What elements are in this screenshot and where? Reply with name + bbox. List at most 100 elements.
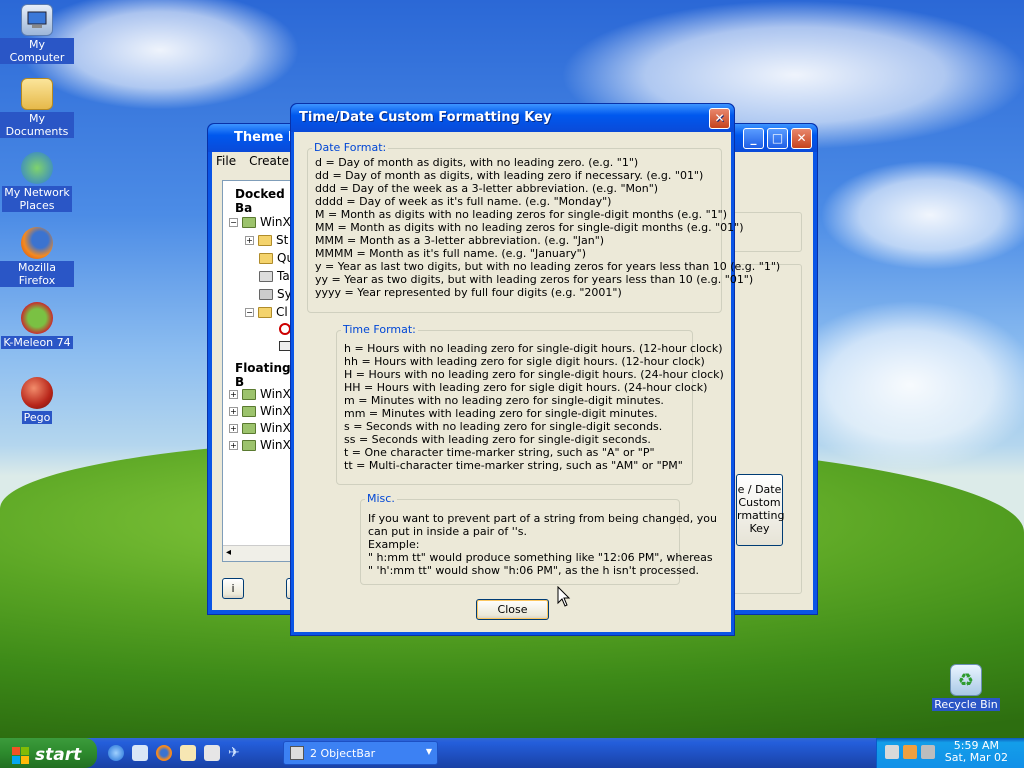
tree-item[interactable]: + WinXI (229, 421, 294, 435)
cloud (820, 160, 1024, 270)
bar-icon (242, 439, 256, 451)
show-desktop-icon[interactable] (132, 745, 148, 761)
menu-create[interactable]: Create (249, 154, 289, 168)
recycle-bin-icon: ♻ (950, 664, 982, 696)
date-format-line: dd = Day of month as digits, with leadin… (315, 169, 704, 182)
desktop-icon-recycle-bin[interactable]: ♻ Recycle Bin (929, 664, 1003, 711)
minimize-button[interactable]: _ (743, 128, 764, 149)
time-format-group: Time Format: h = Hours with no leading z… (336, 323, 724, 485)
bar-icon (242, 216, 256, 228)
date-format-line: MMM = Month as a 3-letter abbreviation. … (315, 234, 605, 247)
desktop-icon-my-documents[interactable]: My Documents (0, 78, 74, 138)
taskbar-button-objectbar[interactable]: 2 ObjectBar ▼ (283, 741, 438, 765)
formatting-key-dialog[interactable]: Time/Date Custom Formatting Key ✕ Date F… (290, 103, 780, 636)
taskbar: start ✈ 2 ObjectBar ▼ 5:59 AM Sat, Mar 0… (0, 738, 1024, 768)
info-button[interactable]: i (222, 578, 244, 599)
tree-item[interactable]: Sy (259, 287, 292, 301)
misc-line: " 'h':mm tt" would show "h:06 PM", as th… (368, 564, 700, 577)
time-format-line: HH = Hours with leading zero for sigle d… (344, 381, 708, 394)
tree-item[interactable]: Ta (259, 269, 290, 283)
mouse-cursor-icon (557, 586, 571, 607)
desktop-icon-label: My Network Places (2, 186, 72, 212)
misc-group: Misc. If you want to prevent part of a s… (360, 492, 717, 585)
misc-line: " h:mm tt" would produce something like … (368, 551, 713, 564)
desktop-icon-label: My Documents (0, 112, 74, 138)
desktop-icon-firefox[interactable]: Mozilla Firefox (0, 227, 74, 287)
desktop-icon-label: Mozilla Firefox (0, 261, 74, 287)
time-format-title: Time Format: (341, 323, 418, 336)
firefox-icon[interactable] (156, 745, 172, 761)
k-meleon-icon (21, 302, 53, 334)
taskbar-icon (259, 270, 273, 282)
windows-logo-icon (12, 746, 29, 764)
pego-icon (21, 377, 53, 409)
close-button[interactable]: Close (476, 599, 549, 620)
menu-file[interactable]: File (216, 154, 236, 168)
scroll-left-icon[interactable]: ◂ (226, 547, 231, 558)
docked-bars-label: Docked Ba (235, 187, 285, 215)
start-label: start (35, 745, 82, 765)
tray-app-icon[interactable] (921, 745, 935, 759)
close-button[interactable]: ✕ (791, 128, 812, 149)
tray-app-icon[interactable] (885, 745, 899, 759)
date-format-line: ddd = Day of the week as a 3-letter abbr… (315, 182, 659, 195)
folder-icon (258, 234, 272, 246)
date-format-line: MMMM = Month as it's full name. (e.g. "J… (315, 247, 587, 260)
desktop-icon-k-meleon[interactable]: K-Meleon 74 (0, 302, 74, 349)
floating-bars-label: Floating B (235, 361, 291, 389)
dialog-titlebar[interactable]: Time/Date Custom Formatting Key ✕ (291, 104, 734, 132)
tray-app-icon[interactable] (903, 745, 917, 759)
expand-icon[interactable]: + (229, 389, 238, 399)
misc-line: If you want to prevent part of a string … (368, 512, 717, 525)
desktop-icon-pego[interactable]: Pego (0, 377, 74, 424)
tree-item[interactable]: + WinXI (229, 387, 294, 401)
search-icon[interactable] (204, 745, 220, 761)
tree-panel[interactable]: Docked Ba − WinX + St Qu Ta Sy − Cl Floatin… (222, 180, 294, 562)
tree-item[interactable]: + WinXI (229, 404, 294, 418)
clock[interactable]: 5:59 AM Sat, Mar 02 (945, 740, 1008, 764)
objectbar-icon (290, 746, 304, 760)
folder-icon (259, 252, 273, 264)
plane-icon[interactable]: ✈ (228, 745, 244, 761)
date-format-line: y = Year as last two digits, but with no… (315, 260, 781, 273)
time-format-line: ss = Seconds with leading zero for singl… (344, 433, 651, 446)
time-format-line: hh = Hours with leading zero for sigle d… (344, 355, 705, 368)
ie-icon[interactable] (108, 745, 124, 761)
expand-icon[interactable]: + (229, 406, 238, 416)
desktop-icon-label: My Computer (0, 38, 74, 64)
date-format-line: d = Day of month as digits, with no lead… (315, 156, 639, 169)
date-format-line: M = Month as digits with no leading zero… (315, 208, 728, 221)
collapse-icon[interactable]: − (229, 217, 238, 227)
expand-icon[interactable]: + (245, 235, 254, 245)
chevron-down-icon: ▼ (425, 747, 432, 756)
formatting-key-button[interactable]: e / Date Custom rmatting Key (736, 474, 784, 546)
dialog-close-icon[interactable]: ✕ (709, 108, 730, 129)
desktop-icon-network-places[interactable]: My Network Places (0, 152, 74, 212)
time-format-line: t = One character time-marker string, su… (344, 446, 655, 459)
date-format-group: Date Format: d = Day of month as digits,… (307, 141, 780, 313)
time-format-line: s = Seconds with no leading zero for sin… (344, 420, 663, 433)
tree-item[interactable]: − Cl (245, 305, 288, 319)
date-format-line: dddd = Day of week as it's full name. (e… (315, 195, 612, 208)
tree-item[interactable]: + WinXI (229, 438, 294, 452)
computer-icon (21, 4, 53, 36)
maximize-button[interactable]: □ (767, 128, 788, 149)
start-button[interactable]: start (0, 738, 97, 768)
desktop-icon-my-computer[interactable]: My Computer (0, 4, 74, 64)
horizontal-scrollbar[interactable]: ◂ (223, 545, 293, 561)
time-format-line: tt = Multi-character time-marker string,… (344, 459, 683, 472)
collapse-icon[interactable]: − (245, 307, 254, 317)
tree-item[interactable]: + St (245, 233, 288, 247)
notepad-icon[interactable] (180, 745, 196, 761)
tree-item[interactable]: Qu (259, 251, 294, 265)
system-tray: 5:59 AM Sat, Mar 02 (876, 738, 1024, 768)
folder-icon (21, 78, 53, 110)
tree-item[interactable]: − WinX (229, 215, 291, 229)
expand-icon[interactable]: + (229, 440, 238, 450)
date-format-title: Date Format: (312, 141, 389, 154)
menu-bar: File Create (216, 154, 289, 168)
time-format-line: m = Minutes with no leading zero for sin… (344, 394, 664, 407)
time-format-line: H = Hours with no leading zero for singl… (344, 368, 724, 381)
misc-line: Example: (368, 538, 420, 551)
expand-icon[interactable]: + (229, 423, 238, 433)
